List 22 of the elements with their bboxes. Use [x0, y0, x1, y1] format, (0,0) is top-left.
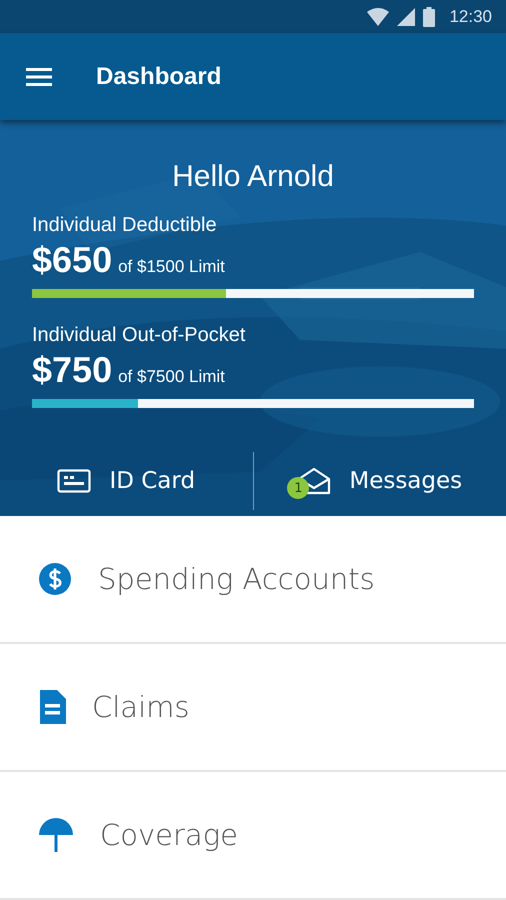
- amount: $750: [32, 349, 112, 392]
- menu-icon[interactable]: [26, 66, 52, 87]
- limit-text: of $7500 Limit: [118, 367, 225, 388]
- menu-row[interactable]: Coverage: [0, 772, 506, 900]
- meter-label: Individual Deductible: [32, 214, 218, 238]
- amount: $650: [32, 239, 112, 282]
- wifi-icon: [367, 8, 390, 26]
- umbrella-icon: [38, 818, 74, 852]
- app-bar-title: Dashboard: [96, 62, 222, 91]
- id-card-button[interactable]: ID Card: [0, 446, 252, 516]
- greeting: Hello Arnold: [171, 160, 335, 194]
- limit-text: of $1500 Limit: [118, 257, 225, 278]
- battery-icon: [423, 6, 436, 27]
- signal-icon: [397, 8, 416, 26]
- document-icon: [38, 690, 66, 724]
- messages-button[interactable]: 1 Messages: [254, 446, 506, 516]
- menu-row[interactable]: Claims: [0, 644, 506, 772]
- id-card-icon: [57, 469, 92, 494]
- meter-label: Individual Out-of-Pocket: [32, 324, 246, 348]
- dollar-icon: [38, 562, 72, 596]
- status-time: 12:30: [449, 6, 492, 27]
- menu-row[interactable]: Spending Accounts: [0, 516, 506, 644]
